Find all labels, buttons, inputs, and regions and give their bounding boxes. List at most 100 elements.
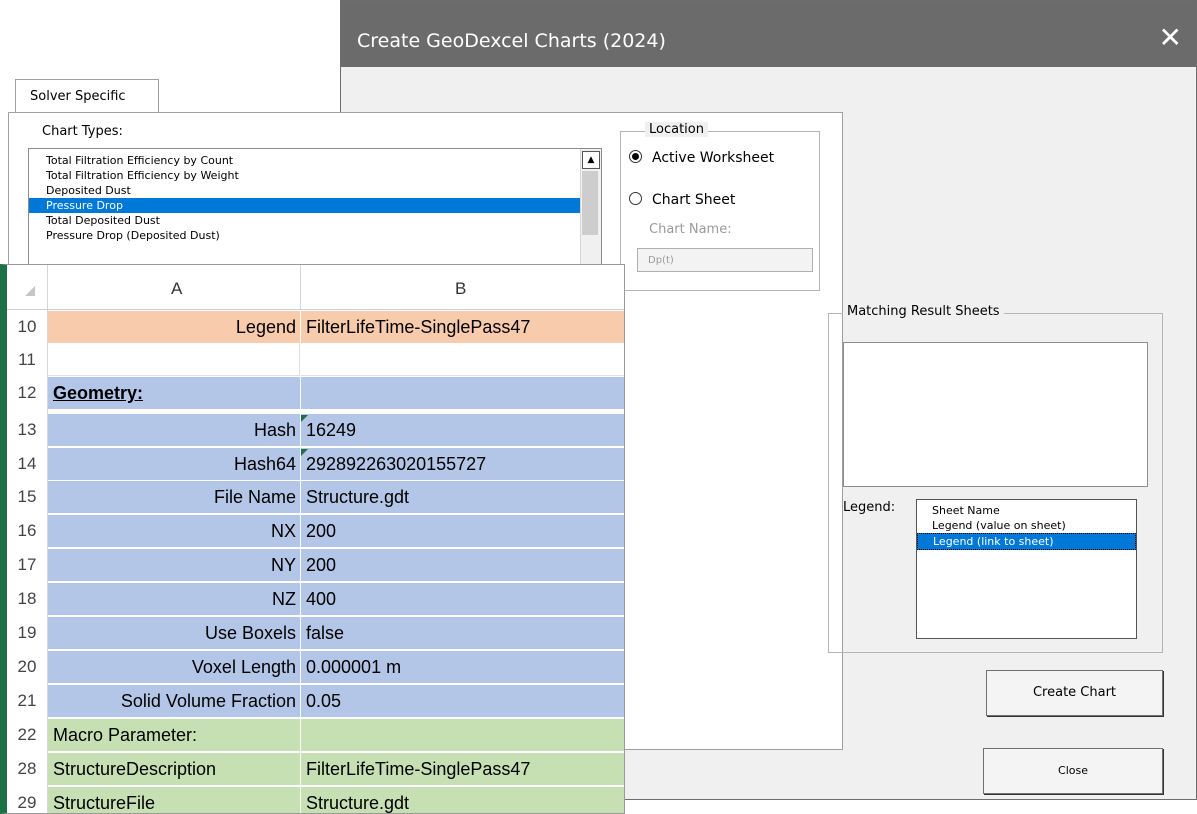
cell-a[interactable]: Macro Parameter: (48, 719, 300, 751)
row-number[interactable]: 13 (7, 414, 47, 446)
close-button[interactable]: Close (983, 748, 1163, 794)
scroll-thumb[interactable] (582, 171, 598, 235)
column-header-b[interactable]: B (455, 279, 466, 299)
chart-type-item[interactable]: Pressure Drop (Deposited Dust) (29, 228, 581, 243)
row-number[interactable]: 17 (7, 549, 47, 581)
cell-b[interactable]: 292892263020155727 (301, 448, 624, 480)
title-bar[interactable]: Create GeoDexcel Charts (2024) ✕ (341, 1, 1196, 67)
row-number[interactable]: 28 (7, 753, 47, 785)
cell-b[interactable]: 0.05 (301, 685, 624, 717)
radio-checked-icon[interactable] (629, 150, 642, 163)
cell-a[interactable]: Hash (48, 414, 300, 446)
row-number[interactable]: 20 (7, 651, 47, 683)
dialog-title: Create GeoDexcel Charts (2024) (357, 30, 666, 52)
table-row: 22 Macro Parameter: (7, 719, 624, 751)
scroll-up-icon[interactable]: ▲ (582, 151, 600, 169)
cell-a[interactable]: NY (48, 549, 300, 581)
chart-type-item[interactable]: Deposited Dust (29, 183, 581, 198)
table-row: 20 Voxel Length 0.000001 m (7, 651, 624, 683)
row-number[interactable]: 29 (7, 787, 47, 813)
grid-line (300, 265, 301, 309)
table-row: 15 File Name Structure.gdt (7, 481, 624, 513)
chart-name-input[interactable]: Dp(t) (637, 248, 813, 272)
cell-a[interactable]: Hash64 (48, 448, 300, 480)
legend-option[interactable]: Legend (value on sheet) (917, 518, 1136, 533)
cell-b[interactable]: 200 (301, 549, 624, 581)
close-icon[interactable]: ✕ (1159, 23, 1182, 53)
cell-b[interactable]: 16249 (301, 414, 624, 446)
cell-a[interactable]: Geometry: (48, 377, 300, 409)
cell-b[interactable]: Structure.gdt (301, 481, 624, 513)
cell-b[interactable]: 200 (301, 515, 624, 547)
tab-solver-specific[interactable]: Solver Specific (15, 79, 159, 113)
row-number[interactable]: 21 (7, 685, 47, 717)
cell-a[interactable]: Use Boxels (48, 617, 300, 649)
location-label: Location (645, 122, 708, 137)
table-row: 21 Solid Volume Fraction 0.05 (7, 685, 624, 717)
chart-type-item[interactable]: Total Filtration Efficiency by Count (29, 153, 581, 168)
cell-a[interactable]: NX (48, 515, 300, 547)
row-number[interactable]: 18 (7, 583, 47, 615)
legend-option[interactable]: Sheet Name (917, 503, 1136, 518)
chart-type-item[interactable]: Total Deposited Dust (29, 213, 581, 228)
cell-b[interactable]: Structure.gdt (301, 787, 624, 813)
cell-a[interactable]: StructureDescription (48, 753, 300, 785)
cell-a[interactable]: StructureFile (48, 787, 300, 813)
create-chart-button[interactable]: Create Chart (986, 670, 1163, 716)
legend-label: Legend: (843, 500, 896, 515)
select-all-corner[interactable] (25, 286, 35, 296)
chart-type-item-selected[interactable]: Pressure Drop (29, 198, 581, 213)
error-indicator-icon[interactable] (301, 415, 308, 422)
row-number[interactable]: 14 (7, 448, 47, 480)
error-indicator-icon[interactable] (301, 449, 308, 456)
cell-b-value: 292892263020155727 (306, 454, 487, 474)
row-number[interactable]: 10 (7, 311, 47, 343)
cell-b[interactable] (301, 344, 624, 376)
cell-a[interactable]: Voxel Length (48, 651, 300, 683)
row-number[interactable]: 11 (7, 344, 47, 376)
row-number[interactable]: 15 (7, 481, 47, 513)
matching-result-sheets-label: Matching Result Sheets (843, 304, 1004, 319)
active-worksheet-label: Active Worksheet (652, 150, 775, 166)
column-header-a[interactable]: A (171, 279, 182, 299)
cell-b[interactable]: 0.000001 m (301, 651, 624, 683)
cell-b[interactable]: FilterLifeTime-SinglePass47 (301, 753, 624, 785)
row-number[interactable]: 12 (7, 377, 47, 409)
cell-b[interactable]: FilterLifeTime-SinglePass47 (301, 311, 624, 343)
active-worksheet-option[interactable]: Active Worksheet (629, 150, 774, 166)
legend-options-list[interactable]: Sheet Name Legend (value on sheet) Legen… (916, 499, 1137, 639)
matching-result-sheets-list[interactable] (843, 342, 1148, 487)
table-row: 17 NY 200 (7, 549, 624, 581)
table-row: 28 StructureDescription FilterLifeTime-S… (7, 753, 624, 785)
row-number[interactable]: 16 (7, 515, 47, 547)
cell-b-value: 16249 (306, 420, 357, 440)
spreadsheet: A B 10 Legend FilterLifeTime-SinglePass4… (0, 264, 625, 814)
table-row: 29 StructureFile Structure.gdt (7, 787, 624, 813)
cell-b[interactable]: false (301, 617, 624, 649)
legend-option-selected[interactable]: Legend (link to sheet) (917, 533, 1136, 550)
table-row: 12 Geometry: (7, 377, 624, 409)
cell-a[interactable]: File Name (48, 481, 300, 513)
chart-types-label: Chart Types: (42, 124, 123, 139)
chart-sheet-label: Chart Sheet (652, 192, 736, 208)
cell-a[interactable]: NZ (48, 583, 300, 615)
row-number[interactable]: 22 (7, 719, 47, 751)
cell-a[interactable]: Legend (48, 311, 300, 343)
chart-sheet-option[interactable]: Chart Sheet (629, 192, 735, 208)
table-row: 11 (7, 344, 624, 376)
chart-type-item[interactable]: Total Filtration Efficiency by Weight (29, 168, 581, 183)
radio-unchecked-icon[interactable] (629, 192, 642, 205)
column-header-row: A B (7, 265, 624, 310)
cell-b[interactable] (301, 377, 624, 409)
row-number[interactable]: 19 (7, 617, 47, 649)
table-row: 10 Legend FilterLifeTime-SinglePass47 (7, 311, 624, 343)
location-group: Location Active Worksheet Chart Sheet Ch… (620, 122, 820, 291)
cell-a[interactable]: Solid Volume Fraction (48, 685, 300, 717)
chart-name-label: Chart Name: (649, 222, 732, 237)
table-row: 19 Use Boxels false (7, 617, 624, 649)
cell-a[interactable] (48, 344, 300, 376)
table-row: 16 NX 200 (7, 515, 624, 547)
cell-b[interactable] (301, 719, 624, 751)
cell-b[interactable]: 400 (301, 583, 624, 615)
table-row: 14 Hash64 292892263020155727 (7, 448, 624, 480)
